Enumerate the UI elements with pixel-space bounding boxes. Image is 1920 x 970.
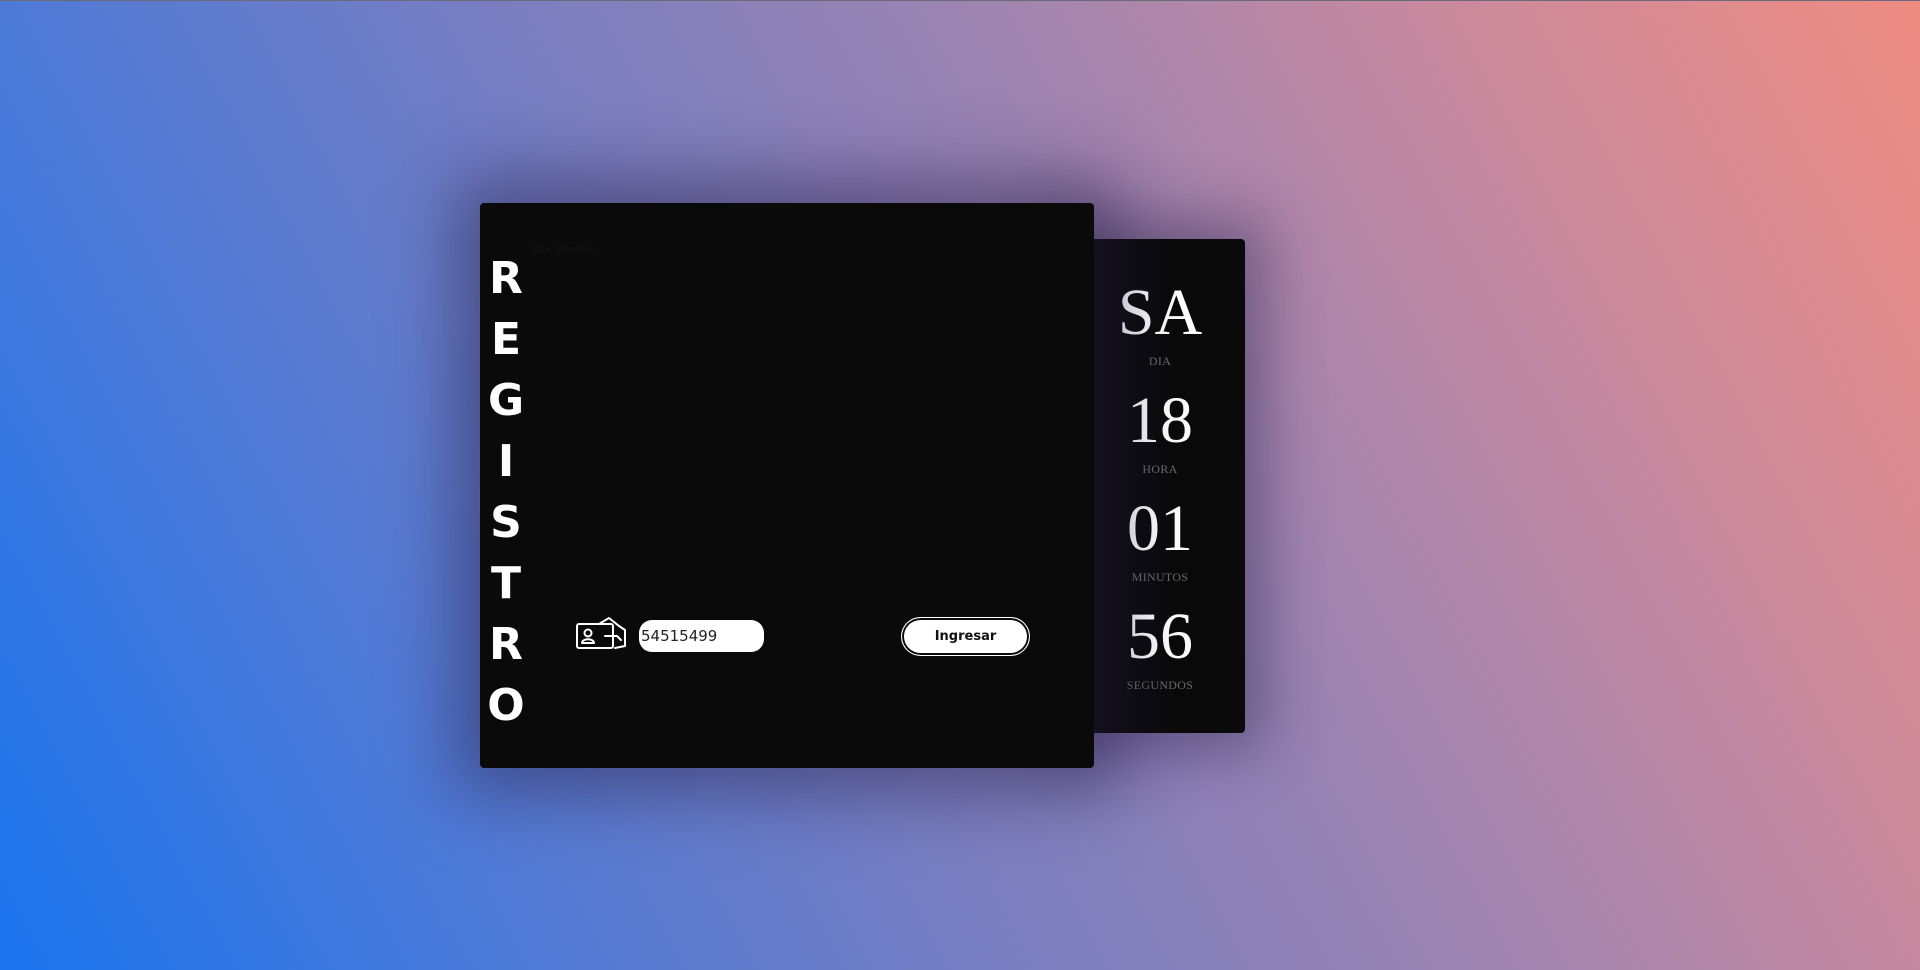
title-letter: E <box>490 314 522 365</box>
clock-seconds-value: 56 <box>1127 600 1193 673</box>
title-letter: T <box>490 558 521 609</box>
clock-seconds-label: SEGUNDOS <box>1126 678 1194 692</box>
document-input[interactable] <box>639 620 764 652</box>
title-letter: R <box>489 253 523 304</box>
title-letter: R <box>489 619 523 670</box>
title-letter: S <box>490 497 522 548</box>
title-letter: G <box>487 375 525 426</box>
clock-minutes-label: MINUTOS <box>1131 570 1189 584</box>
clock-day: SA DIA <box>1090 276 1230 369</box>
title-letter: O <box>487 680 525 731</box>
document-label: Documento <box>531 242 597 257</box>
id-card-hand-icon <box>576 617 626 649</box>
title-letter: I <box>497 436 515 487</box>
clock-hour-label: HORA <box>1142 462 1178 476</box>
clock-day-value: SA <box>1117 276 1203 349</box>
top-divider <box>0 0 1920 1</box>
clock-minutes: 01 MINUTOS <box>1090 492 1230 585</box>
ingresar-button[interactable]: Ingresar <box>901 617 1030 656</box>
registration-card <box>480 203 1094 768</box>
registro-vertical-title: R E G I S T R O <box>480 248 532 736</box>
clock-hour: 18 HORA <box>1090 384 1230 477</box>
clock-day-label: DIA <box>1148 354 1172 368</box>
clock-minutes-value: 01 <box>1127 492 1193 565</box>
clock-seconds: 56 SEGUNDOS <box>1090 600 1230 693</box>
clock-hour-value: 18 <box>1127 384 1193 457</box>
